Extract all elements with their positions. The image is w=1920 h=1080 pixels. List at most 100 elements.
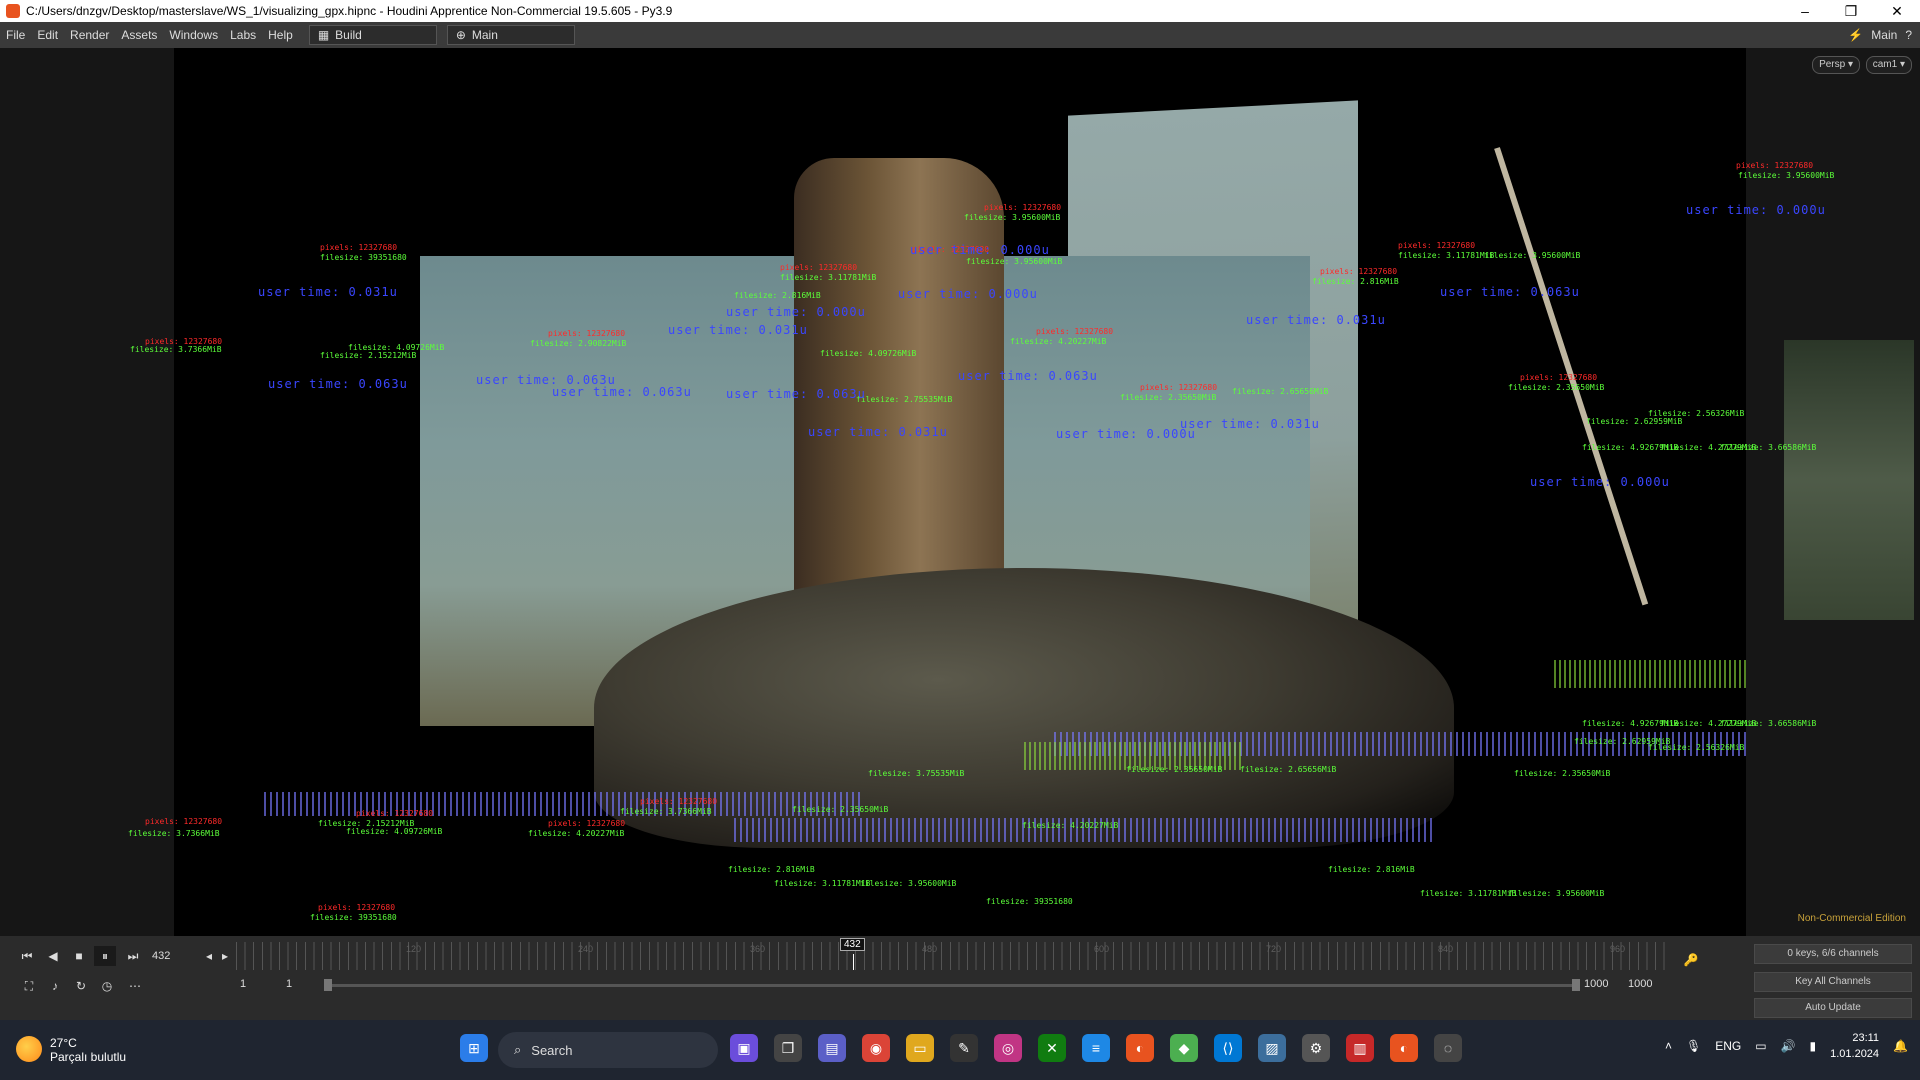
app-icon[interactable]: ◌ [1434, 1034, 1462, 1062]
app-icon[interactable]: ✎ [950, 1034, 978, 1062]
annotation-label: filesize: 39351680 [986, 897, 1073, 906]
menu-labs[interactable]: Labs [224, 28, 262, 42]
file-explorer-icon[interactable]: ▭ [906, 1034, 934, 1062]
annotation-label: pixels: 12327680 [1736, 161, 1814, 170]
settings-icon[interactable]: ⚙ [1302, 1034, 1330, 1062]
notification-icon[interactable]: 🔔 [1893, 1039, 1908, 1053]
microphone-icon[interactable]: 🎙 [1686, 1039, 1701, 1053]
audio-icon[interactable]: ♪ [44, 976, 66, 996]
key-all-channels-button[interactable]: Key All Channels [1754, 972, 1912, 992]
timeline-cursor[interactable] [853, 954, 854, 970]
git-icon[interactable]: ◆ [1170, 1034, 1198, 1062]
annotation-label: filesize: 2.65656MiB [1240, 765, 1337, 774]
range-start-field[interactable]: 1 [240, 978, 246, 990]
loop-icon[interactable]: ↻ [70, 976, 92, 996]
chevron-up-icon[interactable]: ˄ [1665, 1039, 1672, 1053]
range-handle-end[interactable] [1572, 979, 1580, 991]
chrome-icon[interactable]: ◉ [862, 1034, 890, 1062]
jump-start-button[interactable]: ⏮ [16, 946, 38, 966]
annotation-label: filesize: 2.816MiB [1328, 865, 1415, 874]
annotation-label: pixels: 12327680 [145, 817, 223, 826]
houdini-icon[interactable]: ◐ [1126, 1034, 1154, 1062]
annotation-label: pixels: 12327680 [356, 809, 434, 818]
range-start-field-2[interactable]: 1 [286, 978, 292, 990]
instagram-icon[interactable]: ◎ [994, 1034, 1022, 1062]
desktop-selector-build[interactable]: ▦ Build [308, 25, 437, 45]
maximize-button[interactable]: ❐ [1828, 3, 1874, 20]
volume-icon[interactable]: 🔊 [1781, 1039, 1796, 1053]
annotation-label: pixels: 12327680 [548, 819, 626, 828]
annotation-label: filesize: 3.95600MiB [1738, 171, 1835, 180]
annotation-label: pixels: 12327680 [780, 263, 858, 272]
annotation-label: filesize: 2.15212MiB [320, 351, 417, 360]
fps-icon[interactable]: ⋯ [124, 976, 146, 996]
range-row: ⛶ ♪ ↻ ◷ ⋯ 1 1 1000 1000 [0, 976, 1920, 996]
layout-icon: ▦ [317, 28, 330, 42]
annotation-label: filesize: 3.11781MiB [1420, 889, 1517, 898]
menu-assets[interactable]: Assets [115, 28, 163, 42]
viewport-scene[interactable] [174, 48, 1746, 936]
search-box[interactable]: ⌕ Search [498, 1032, 718, 1068]
timeline-current-marker[interactable]: 432 [840, 938, 865, 951]
range-end-field-2[interactable]: 1000 [1628, 978, 1652, 990]
current-frame-field[interactable]: 432 [152, 946, 204, 966]
vscode-icon[interactable]: ⟨⟩ [1214, 1034, 1242, 1062]
camera-button[interactable]: cam1 ▾ [1865, 56, 1912, 74]
pdf-icon[interactable]: ▥ [1346, 1034, 1374, 1062]
main-selector[interactable]: Main [1871, 28, 1897, 42]
annotation-label: filesize: 4.09726MiB [346, 827, 443, 836]
clock[interactable]: 23:11 1.01.2024 [1830, 1030, 1879, 1062]
desktop-selector-main[interactable]: ⊕ Main [446, 25, 575, 45]
scope-key-icon[interactable]: 🔑 [1680, 950, 1702, 970]
range-handle-start[interactable] [324, 979, 332, 991]
watermark-text: Non-Commercial Edition [1797, 913, 1906, 924]
search-icon: ⌕ [514, 1042, 522, 1057]
help-icon[interactable]: ? [1905, 28, 1912, 42]
menu-edit[interactable]: Edit [31, 28, 64, 42]
stop-button[interactable]: ■ [68, 946, 90, 966]
minimize-button[interactable]: – [1782, 3, 1828, 19]
network-icon[interactable]: ▭ [1755, 1039, 1766, 1053]
annotation-label: filesize: 2.35650MiB [1120, 393, 1217, 402]
annotation-label: filesize: 39351680 [310, 913, 397, 922]
menu-file[interactable]: File [0, 28, 31, 42]
timeline-ruler[interactable]: 120 240 360 480 600 720 840 960 [236, 942, 1668, 970]
temperature-text: 27°C [50, 1036, 77, 1050]
widgets-icon[interactable]: ▣ [730, 1034, 758, 1062]
menu-help[interactable]: Help [262, 28, 299, 42]
step-forward-icon[interactable]: ▸ [214, 946, 236, 966]
annotation-label: filesize: 2.816MiB [734, 291, 821, 300]
annotation-label: pixels: 12327680 [984, 203, 1062, 212]
range-end-field[interactable]: 1000 [1584, 978, 1608, 990]
weather-widget[interactable]: 27°C Parçalı bulutlu [16, 1036, 126, 1064]
task-view-icon[interactable]: ❐ [774, 1034, 802, 1062]
annotation-label: filesize: 2.35650MiB [1126, 765, 1223, 774]
photos-icon[interactable]: ▨ [1258, 1034, 1286, 1062]
jump-end-button[interactable]: ⏭ [122, 946, 144, 966]
play-reverse-button[interactable]: ◀ [42, 946, 64, 966]
menu-render[interactable]: Render [64, 28, 115, 42]
clock-icon[interactable]: ◷ [96, 976, 118, 996]
houdini-active-icon[interactable]: ◐ [1390, 1034, 1418, 1062]
annotation-label: filesize: 3.95600MiB [1484, 251, 1581, 260]
auto-update-button[interactable]: Auto Update [1754, 998, 1912, 1018]
annotation-label: filesize: 3.11781MiB [1398, 251, 1495, 260]
time-text: 23:11 [1852, 1032, 1880, 1044]
realtime-toggle-icon[interactable]: ⛶ [18, 976, 40, 996]
annotation-label: filesize: 2.35650MiB [792, 805, 889, 814]
start-button[interactable]: ⊞ [460, 1034, 488, 1062]
pause-button[interactable]: ⏸ [94, 946, 116, 966]
language-indicator[interactable]: ENG [1715, 1039, 1741, 1053]
teams-icon[interactable]: ▤ [818, 1034, 846, 1062]
glitch-band [264, 792, 864, 816]
xbox-icon[interactable]: ✕ [1038, 1034, 1066, 1062]
persp-button[interactable]: Persp ▾ [1812, 56, 1860, 74]
notes-icon[interactable]: ≡ [1082, 1034, 1110, 1062]
range-slider[interactable] [328, 984, 1576, 987]
close-button[interactable]: ✕ [1874, 3, 1920, 20]
battery-icon[interactable]: ▮ [1810, 1039, 1817, 1053]
menu-windows[interactable]: Windows [163, 28, 224, 42]
tick-label: 840 [1438, 944, 1454, 954]
search-label: Search [531, 1042, 573, 1058]
scene-viewport[interactable]: pixels: 12327680 filesize: 39351680 user t… [0, 48, 1920, 936]
